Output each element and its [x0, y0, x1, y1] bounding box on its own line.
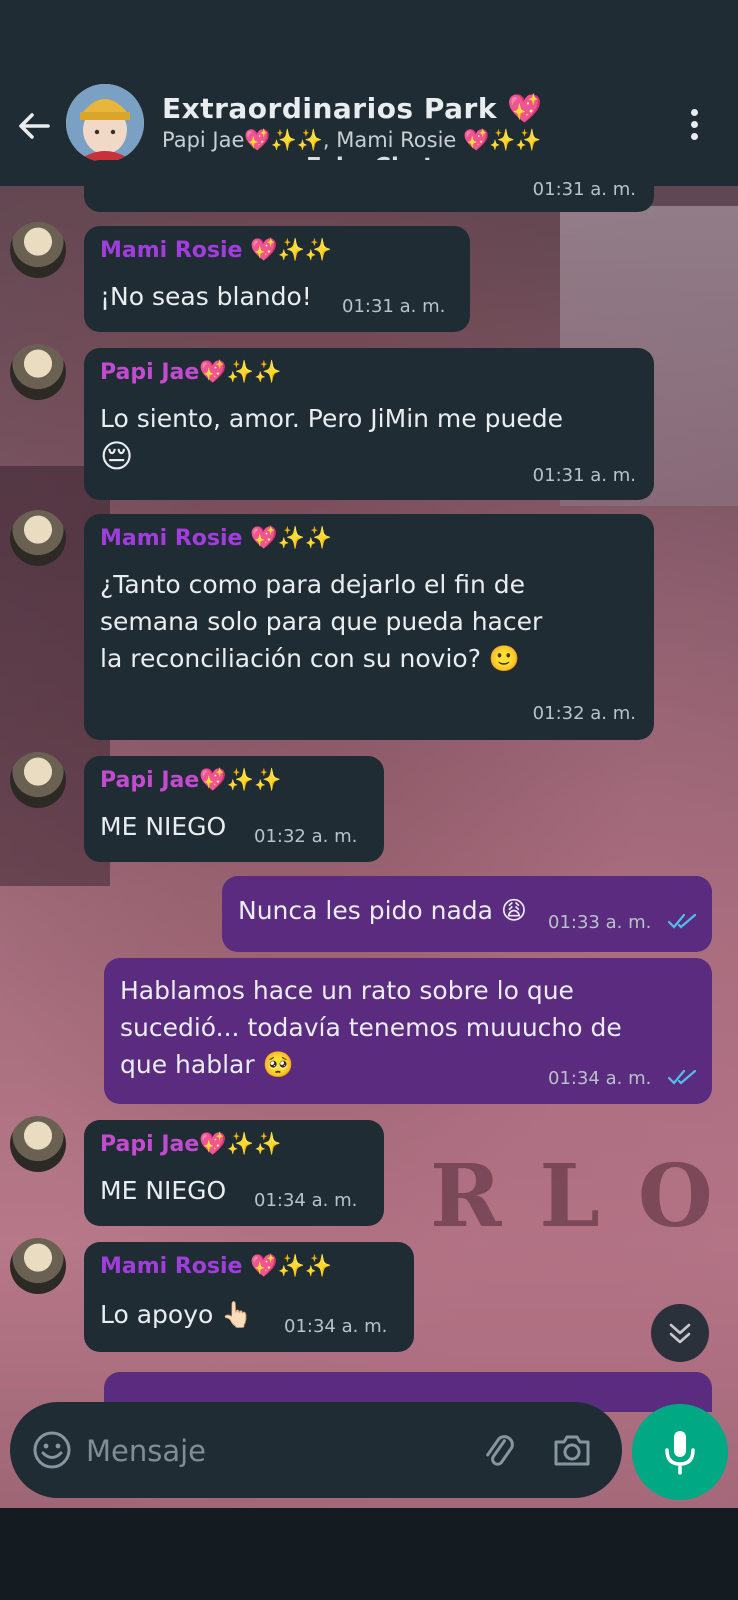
message-bubble-incoming[interactable]: Mami Rosie 💖✨✨ ¡No seas blando! 01:31 a.…: [84, 226, 470, 332]
message-text: Nunca les pido nada 😩: [238, 896, 527, 925]
message-bubble-outgoing[interactable]: Hablamos hace un rato sobre lo que suced…: [104, 958, 712, 1104]
scroll-to-bottom-button[interactable]: [651, 1304, 709, 1362]
message-time: 01:33 a. m.: [548, 912, 652, 933]
message-time: 01:31 a. m.: [342, 296, 446, 317]
sender-avatar[interactable]: [10, 344, 66, 400]
message-bubble-incoming[interactable]: Mami Rosie 💖✨✨ Lo apoyo 👆🏻 01:34 a. m.: [84, 1242, 414, 1352]
message-text: Lo siento, amor. Pero JiMin me puede: [100, 404, 563, 433]
message-time: 01:32 a. m.: [532, 703, 636, 724]
message-time: 01:34 a. m.: [548, 1068, 652, 1089]
chat-participants[interactable]: Papi Jae💖✨✨, Mami Rosie 💖✨✨: [162, 128, 541, 153]
background-shirt-print: R L O: [430, 1146, 717, 1247]
emoji-icon[interactable]: [30, 1428, 74, 1472]
status-bar: [0, 0, 738, 92]
sender-avatar[interactable]: [10, 1116, 66, 1172]
message-bubble-outgoing[interactable]: Nunca les pido nada 😩 01:33 a. m.: [222, 876, 712, 952]
more-vert-icon[interactable]: [680, 106, 708, 144]
message-time: 01:31 a. m.: [532, 465, 636, 486]
sender-avatar[interactable]: [10, 1238, 66, 1294]
message-sender[interactable]: Papi Jae💖✨✨: [100, 768, 281, 793]
message-sender[interactable]: Papi Jae💖✨✨: [100, 360, 281, 385]
message-text: ME NIEGO: [100, 1176, 227, 1205]
microphone-icon: [665, 1431, 695, 1475]
message-text-line: la reconciliación con su novio? 🙂: [100, 644, 521, 673]
message-text: ¡No seas blando!: [100, 282, 312, 311]
group-avatar[interactable]: [66, 84, 144, 162]
message-time: 01:32 a. m.: [254, 826, 358, 847]
message-text: ME NIEGO: [100, 812, 227, 841]
message-sender[interactable]: Papi Jae💖✨✨: [100, 1132, 281, 1157]
sender-avatar[interactable]: [10, 510, 66, 566]
message-bubble-incoming[interactable]: Papi Jae💖✨✨ ME NIEGO 01:32 a. m.: [84, 756, 384, 862]
sender-avatar[interactable]: [10, 752, 66, 808]
message-time: 01:34 a. m.: [254, 1190, 358, 1211]
paperclip-icon[interactable]: [476, 1428, 520, 1472]
sender-avatar[interactable]: [10, 222, 66, 278]
double-check-icon: [668, 913, 697, 929]
message-text-line: ¿Tanto como para dejarlo el fin de: [100, 570, 526, 599]
message-text-line: sucedió... todavía tenemos muuucho de: [120, 1013, 622, 1042]
message-text-line: que hablar 🥺: [120, 1050, 294, 1079]
message-sender[interactable]: Mami Rosie 💖✨✨: [100, 238, 332, 263]
message-time: 01:31 a. m.: [532, 179, 636, 200]
navigation-bar: [0, 1508, 738, 1600]
message-emoji: 😔: [100, 437, 134, 475]
double-check-icon: [668, 1069, 697, 1085]
message-bubble-incoming[interactable]: Mami Rosie 💖✨✨ ¿Tanto como para dejarlo …: [84, 514, 654, 740]
message-text: Lo apoyo 👆🏻: [100, 1300, 253, 1329]
message-sender[interactable]: Mami Rosie 💖✨✨: [100, 526, 332, 551]
double-chevron-down-icon: [669, 1323, 691, 1344]
back-arrow-icon[interactable]: [14, 106, 54, 146]
message-bubble-partial[interactable]: 01:31 a. m.: [84, 160, 654, 212]
chat-title[interactable]: Extraordinarios Park 💖: [162, 92, 543, 125]
message-text-line: semana solo para que pueda hacer: [100, 607, 543, 636]
message-input[interactable]: Mensaje: [86, 1434, 206, 1468]
microphone-button[interactable]: [632, 1404, 728, 1500]
message-bubble-incoming[interactable]: Papi Jae💖✨✨ ME NIEGO 01:34 a. m.: [84, 1120, 384, 1226]
message-text-line: Hablamos hace un rato sobre lo que: [120, 976, 574, 1005]
message-time: 01:34 a. m.: [284, 1316, 388, 1337]
message-sender[interactable]: Mami Rosie 💖✨✨: [100, 1254, 332, 1279]
camera-icon[interactable]: [550, 1428, 594, 1472]
message-bubble-incoming[interactable]: Papi Jae💖✨✨ Lo siento, amor. Pero JiMin …: [84, 348, 654, 500]
